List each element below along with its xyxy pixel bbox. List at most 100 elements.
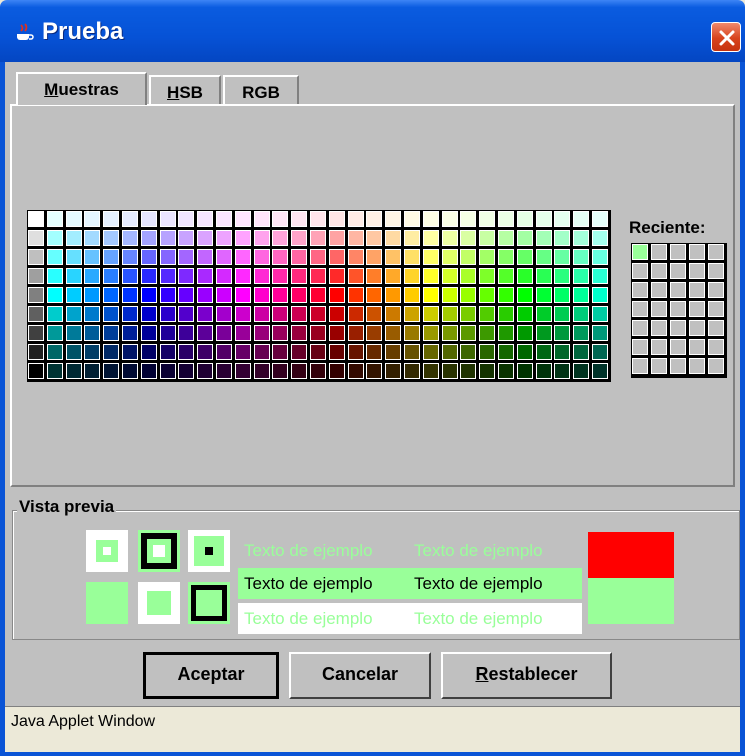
color-swatch[interactable] [385,287,402,303]
color-swatch[interactable] [216,344,232,360]
color-swatch[interactable] [140,268,157,284]
color-swatch[interactable] [84,306,101,322]
color-swatch[interactable] [253,363,270,379]
color-swatch[interactable] [328,249,345,265]
color-swatch[interactable] [178,363,195,379]
color-swatch[interactable] [573,249,590,265]
recent-swatch[interactable] [632,263,648,279]
recent-swatch[interactable] [689,358,705,374]
color-swatch[interactable] [197,306,214,322]
recent-swatch[interactable] [651,358,667,374]
recent-swatch[interactable] [632,339,648,355]
tab-hsb[interactable]: HSB [149,75,221,104]
color-swatch[interactable] [328,363,345,379]
color-swatch[interactable] [253,287,270,303]
color-swatch[interactable] [234,287,251,303]
color-swatch[interactable] [197,249,214,265]
color-swatch[interactable] [404,287,420,303]
color-swatch[interactable] [366,287,383,303]
color-swatch[interactable] [366,344,383,360]
color-swatch[interactable] [347,249,364,265]
color-swatch[interactable] [253,344,270,360]
color-swatch[interactable] [159,344,176,360]
color-swatch[interactable] [385,249,402,265]
color-swatch[interactable] [554,325,571,341]
color-swatch[interactable] [516,344,533,360]
color-swatch[interactable] [122,230,138,246]
recent-swatch[interactable] [651,301,667,317]
color-swatch[interactable] [122,211,138,227]
color-swatch[interactable] [28,325,44,341]
color-swatch[interactable] [592,211,608,227]
recent-swatch[interactable] [689,339,705,355]
color-swatch[interactable] [253,325,270,341]
color-swatch[interactable] [159,363,176,379]
recent-swatch[interactable] [670,320,686,336]
recent-swatch[interactable] [670,263,686,279]
recent-swatch[interactable] [708,301,724,317]
color-swatch[interactable] [366,363,383,379]
color-swatch[interactable] [178,325,195,341]
color-swatch[interactable] [498,344,514,360]
recent-swatch[interactable] [708,339,724,355]
color-swatch[interactable] [592,363,608,379]
color-swatch[interactable] [103,287,120,303]
recent-swatch[interactable] [670,358,686,374]
recent-swatch[interactable] [651,263,667,279]
color-swatch[interactable] [140,287,157,303]
color-swatch[interactable] [84,268,101,284]
color-swatch[interactable] [347,363,364,379]
color-swatch[interactable] [479,306,496,322]
color-swatch[interactable] [65,268,82,284]
color-swatch[interactable] [272,249,289,265]
close-button[interactable] [711,22,741,52]
color-swatch[interactable] [422,230,439,246]
color-swatch[interactable] [535,249,552,265]
color-swatch[interactable] [84,249,101,265]
color-swatch[interactable] [122,306,138,322]
color-swatch[interactable] [479,249,496,265]
color-swatch[interactable] [253,230,270,246]
color-swatch[interactable] [272,363,289,379]
color-swatch[interactable] [310,306,326,322]
color-swatch[interactable] [479,211,496,227]
recent-swatch[interactable] [689,320,705,336]
color-swatch[interactable] [422,268,439,284]
color-swatch[interactable] [592,306,608,322]
color-swatch[interactable] [46,344,63,360]
color-swatch[interactable] [253,249,270,265]
color-swatch[interactable] [422,344,439,360]
tab-muestras[interactable]: Muestras [16,72,147,105]
color-swatch[interactable] [178,211,195,227]
recent-swatch[interactable] [670,244,686,260]
color-swatch[interactable] [385,230,402,246]
color-swatch[interactable] [460,230,477,246]
color-swatch[interactable] [197,230,214,246]
color-swatch[interactable] [573,287,590,303]
recent-swatch[interactable] [651,339,667,355]
color-swatch[interactable] [554,211,571,227]
color-swatch[interactable] [291,363,308,379]
color-swatch[interactable] [28,363,44,379]
color-swatch[interactable] [46,268,63,284]
color-swatch[interactable] [291,344,308,360]
color-swatch[interactable] [103,363,120,379]
color-swatch[interactable] [441,287,458,303]
color-swatch[interactable] [498,287,514,303]
color-swatch[interactable] [197,211,214,227]
color-swatch[interactable] [422,211,439,227]
color-swatch[interactable] [366,268,383,284]
color-swatch[interactable] [65,249,82,265]
cancel-button[interactable]: Cancelar [289,652,431,699]
color-swatch[interactable] [460,249,477,265]
swatch-grid[interactable] [27,210,611,382]
recent-swatch[interactable] [689,244,705,260]
color-swatch[interactable] [347,306,364,322]
color-swatch[interactable] [328,344,345,360]
recent-swatch[interactable] [651,244,667,260]
color-swatch[interactable] [65,363,82,379]
color-swatch[interactable] [234,325,251,341]
color-swatch[interactable] [46,363,63,379]
color-swatch[interactable] [328,211,345,227]
color-swatch[interactable] [140,230,157,246]
